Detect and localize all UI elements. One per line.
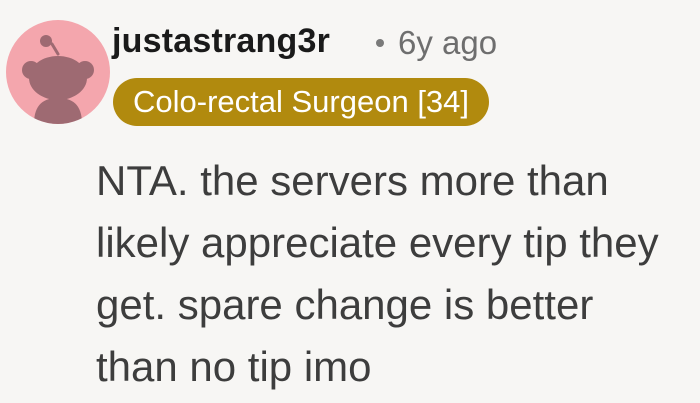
comment-age: 6y ago xyxy=(398,24,498,61)
comment: justastrang3r 6y ago Colo-rectal Surgeon… xyxy=(0,0,700,403)
username-link[interactable]: justastrang3r xyxy=(112,22,330,61)
comment-body: NTA. the servers more than likely apprec… xyxy=(96,150,696,398)
comment-body-line: likely appreciate every tip they xyxy=(96,219,659,266)
user-flair-badge: Colo-rectal Surgeon [34] xyxy=(113,78,490,126)
comment-body-line: get. spare change is better xyxy=(96,281,594,328)
comment-body-line: than no tip imo xyxy=(96,343,372,390)
avatar[interactable] xyxy=(6,20,110,124)
comment-body-line: NTA. the servers more than xyxy=(96,157,609,204)
reddit-snoo-icon xyxy=(22,35,94,124)
separator-dot xyxy=(376,39,384,48)
comment-meta: 6y ago xyxy=(370,24,497,62)
